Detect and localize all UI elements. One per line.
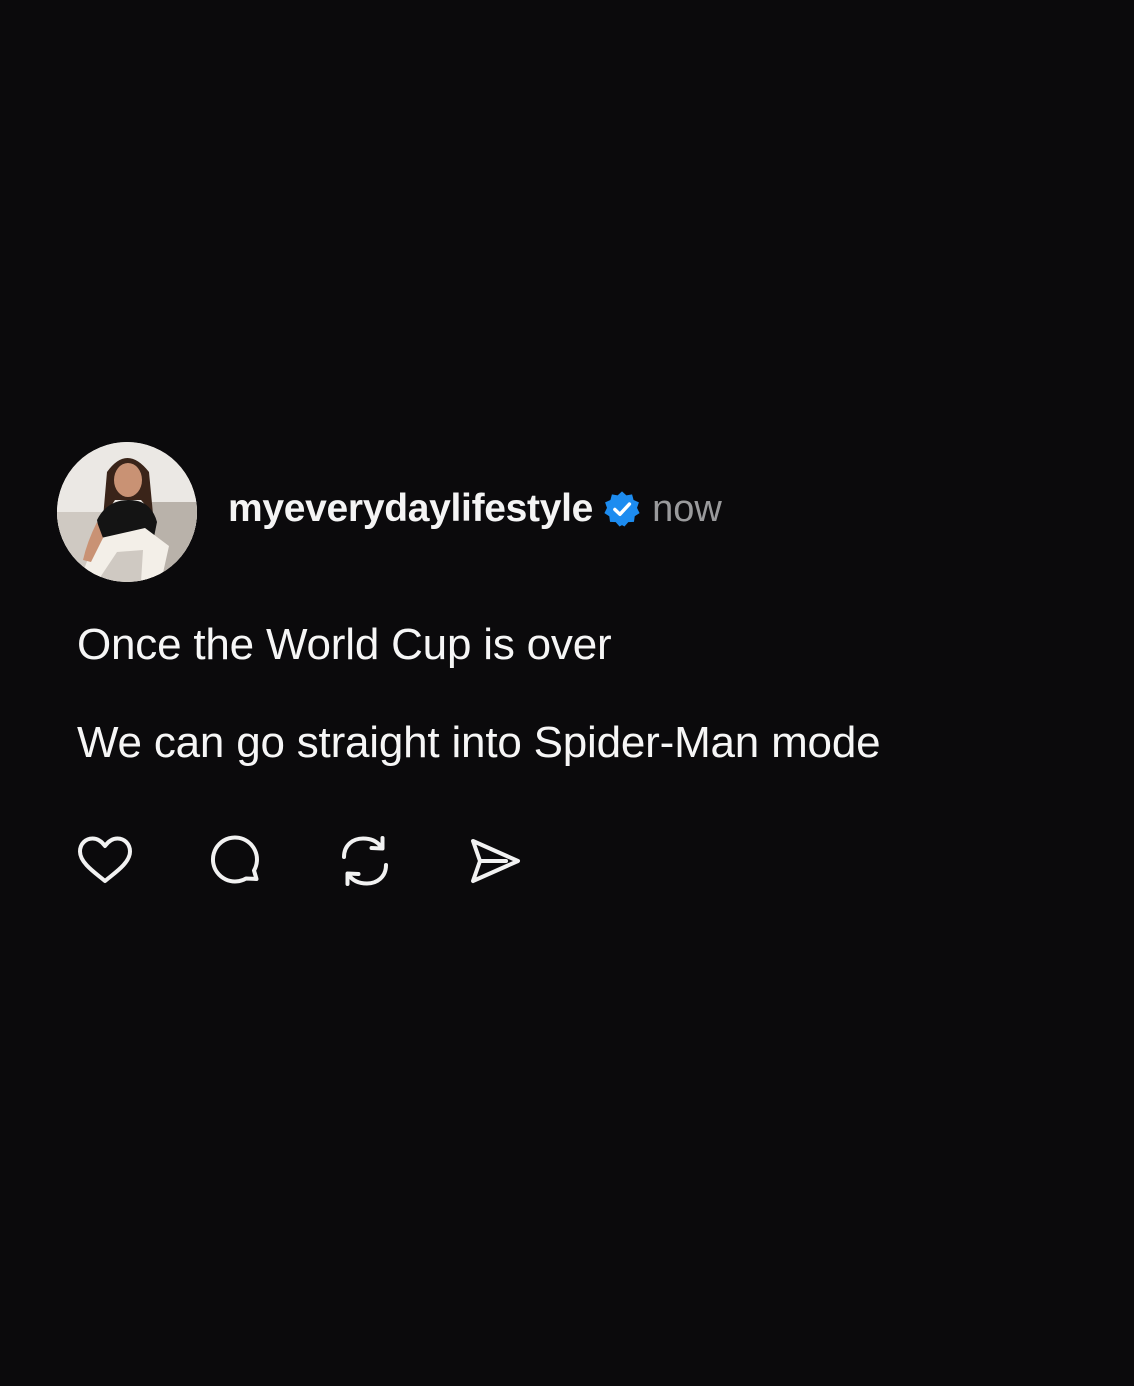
send-icon[interactable] [466, 832, 524, 890]
heart-icon[interactable] [76, 832, 134, 890]
avatar[interactable] [57, 442, 197, 582]
verified-badge-icon [604, 491, 640, 527]
timestamp: now [652, 487, 722, 530]
comment-icon[interactable] [206, 832, 264, 890]
username[interactable]: myeverydaylifestyle [228, 487, 593, 531]
post-text-line-1: Once the World Cup is over [77, 620, 612, 669]
post-header: myeverydaylifestyle now [228, 484, 722, 534]
post-card: myeverydaylifestyle now Once the World C… [0, 0, 1134, 1386]
repost-icon[interactable] [336, 832, 394, 890]
avatar-image [57, 442, 197, 582]
post-text-line-2: We can go straight into Spider-Man mode [77, 718, 881, 767]
